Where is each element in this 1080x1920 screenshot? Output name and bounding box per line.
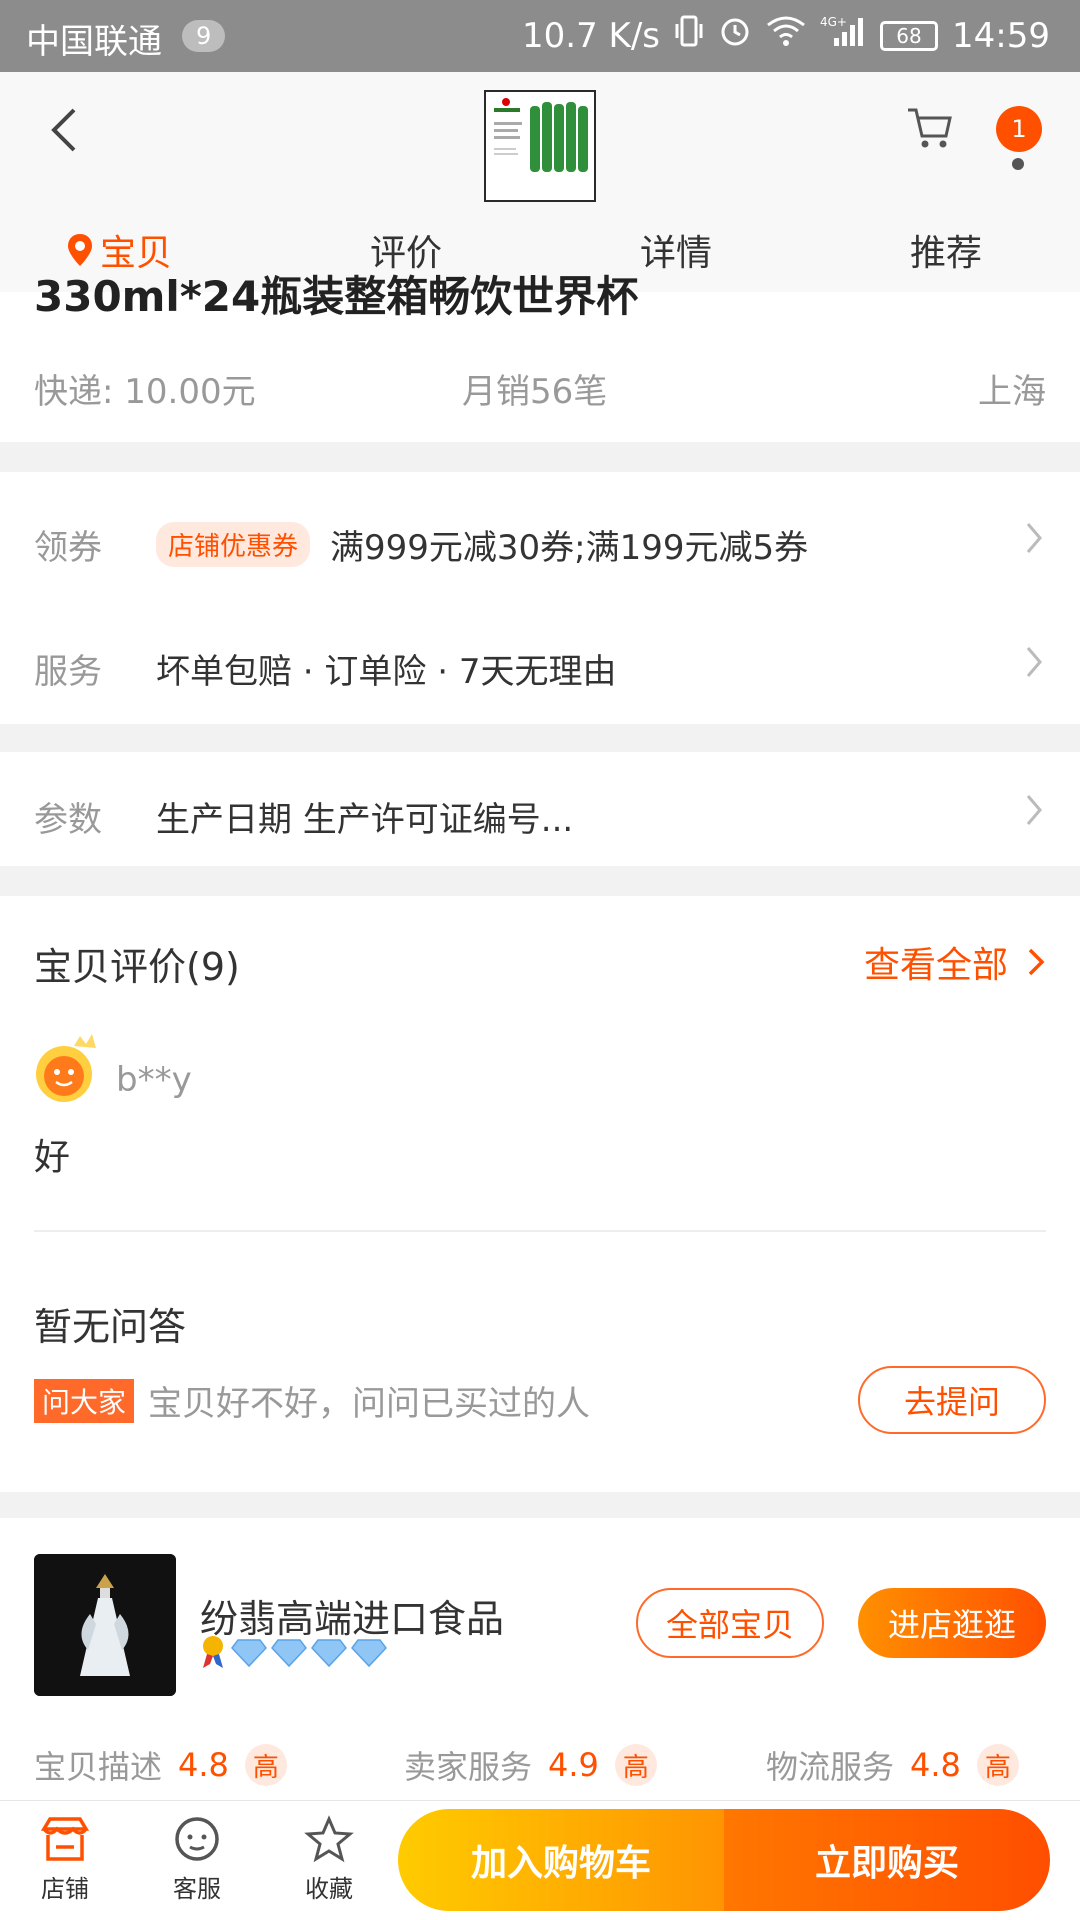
- reviews-title: 宝贝评价(9): [34, 945, 240, 989]
- rating-level-badge: 高: [614, 1744, 657, 1786]
- rating-service: 卖家服务 4.9 高: [404, 1742, 657, 1788]
- shop-nav-button[interactable]: 店铺: [10, 1815, 120, 1904]
- location-pin-icon: [68, 234, 92, 266]
- notification-count-badge: 9: [182, 20, 226, 52]
- shop-nav-label: 店铺: [41, 1875, 89, 1903]
- service-label: 服务: [34, 652, 102, 692]
- rating-logistics: 物流服务 4.8 高: [766, 1742, 1019, 1788]
- favorite-button[interactable]: 收藏: [274, 1815, 384, 1904]
- rating-label: 宝贝描述: [34, 1748, 163, 1786]
- view-all-label: 查看全部: [863, 945, 1008, 986]
- bottom-action-bar: 店铺 客服 收藏 加入购物车 立即购买: [0, 1800, 1080, 1920]
- cart-icon[interactable]: [904, 102, 956, 158]
- service-row[interactable]: 服务 坏单包赔 · 订单险 · 7天无理由: [0, 598, 1080, 724]
- signal-icon: 4G+: [820, 14, 866, 57]
- buy-now-button[interactable]: 立即购买: [724, 1809, 1050, 1911]
- diamond-icon: [231, 1639, 387, 1668]
- qa-prompt-row[interactable]: 问大家 宝贝好不好，问问已买过的人: [34, 1376, 590, 1425]
- coupon-service-card: 领券 店铺优惠券 满999元减30券;满199元减5券 服务 坏单包赔 · 订单…: [0, 472, 1080, 724]
- rating-score: 4.8: [178, 1746, 229, 1784]
- ask-question-button[interactable]: 去提问: [858, 1366, 1046, 1434]
- product-info-card: 330ml*24瓶装整箱畅饮世界杯 快递: 10.00元 月销56笔 上海: [0, 276, 1080, 442]
- tab-label: 详情: [640, 233, 713, 274]
- customer-service-button[interactable]: 客服: [142, 1815, 252, 1904]
- chevron-right-icon: [1028, 948, 1045, 976]
- product-title: 330ml*24瓶装整箱畅饮世界杯: [34, 272, 639, 317]
- params-text: 生产日期 生产许可证编号...: [156, 800, 574, 840]
- vibrate-icon: [674, 14, 704, 57]
- coupon-tag: 店铺优惠券: [156, 522, 311, 567]
- ask-everyone-tag: 问大家: [34, 1378, 135, 1423]
- tab-details[interactable]: 详情: [640, 224, 712, 276]
- status-icons: 10.7 K/s 4G+ 68 14:59: [522, 14, 1050, 57]
- customer-service-label: 客服: [173, 1875, 221, 1903]
- visit-shop-button[interactable]: 进店逛逛: [858, 1588, 1046, 1658]
- rating-label: 卖家服务: [404, 1748, 533, 1786]
- add-to-cart-button[interactable]: 加入购物车: [398, 1809, 724, 1911]
- clock: 14:59: [952, 15, 1050, 56]
- qa-title: 暂无问答: [34, 1305, 187, 1349]
- shipping-fee: 快递: 10.00元: [34, 372, 256, 412]
- tab-recommend[interactable]: 推荐: [910, 224, 982, 276]
- service-text: 坏单包赔 · 订单险 · 7天无理由: [156, 652, 617, 692]
- favorite-label: 收藏: [305, 1875, 353, 1903]
- all-items-button[interactable]: 全部宝贝: [636, 1588, 824, 1658]
- tab-label: 推荐: [910, 233, 983, 274]
- rating-level-badge: 高: [976, 1744, 1019, 1786]
- reviewer-name: b**y: [116, 1060, 192, 1100]
- alarm-icon: [718, 14, 752, 57]
- svg-text:4G+: 4G+: [820, 15, 847, 29]
- ship-from-location: 上海: [978, 372, 1046, 412]
- coupon-text: 满999元减30券;满199元减5券: [330, 528, 809, 568]
- review-content: 好: [34, 1137, 71, 1178]
- view-all-reviews-link[interactable]: 查看全部: [864, 936, 1046, 988]
- monthly-sales: 月销56笔: [462, 372, 608, 412]
- status-bar: 中国联通 9 10.7 K/s 4G+ 68 14:59: [0, 0, 1080, 72]
- rating-label: 物流服务: [766, 1748, 895, 1786]
- battery-indicator: 68: [880, 20, 939, 51]
- chat-face-icon: [175, 1817, 219, 1861]
- rating-score: 4.8: [910, 1746, 961, 1784]
- network-speed: 10.7 K/s: [522, 15, 661, 56]
- product-header: 1 宝贝 评价 详情 推荐: [0, 72, 1080, 292]
- store-icon: [40, 1817, 90, 1861]
- wifi-icon: [766, 15, 806, 56]
- product-thumbnail[interactable]: [484, 90, 596, 202]
- coupon-row[interactable]: 领券 店铺优惠券 满999元减30券;满199元减5券: [0, 472, 1080, 598]
- carrier-name: 中国联通: [26, 22, 162, 62]
- cart-count-badge[interactable]: 1: [996, 106, 1042, 152]
- rating-score: 4.9: [548, 1746, 599, 1784]
- rating-description: 宝贝描述 4.8 高: [34, 1742, 287, 1788]
- more-dot-icon[interactable]: [1012, 158, 1024, 170]
- chevron-right-icon: [1022, 790, 1046, 834]
- coupon-label: 领券: [34, 528, 102, 568]
- star-icon: [304, 1815, 354, 1863]
- params-row[interactable]: 参数 生产日期 生产许可证编号...: [0, 752, 1080, 866]
- divider: [34, 1230, 1046, 1232]
- reviewer-avatar: [34, 1032, 100, 1108]
- medal-icon: [203, 1636, 223, 1668]
- chevron-right-icon: [1022, 642, 1046, 686]
- back-icon[interactable]: [44, 102, 84, 162]
- shop-logo[interactable]: [34, 1554, 176, 1696]
- chevron-right-icon: [1022, 518, 1046, 562]
- shop-credit-badges: [198, 1634, 390, 1670]
- rating-level-badge: 高: [244, 1744, 287, 1786]
- qa-prompt: 宝贝好不好，问问已买过的人: [148, 1384, 591, 1424]
- params-label: 参数: [34, 800, 102, 840]
